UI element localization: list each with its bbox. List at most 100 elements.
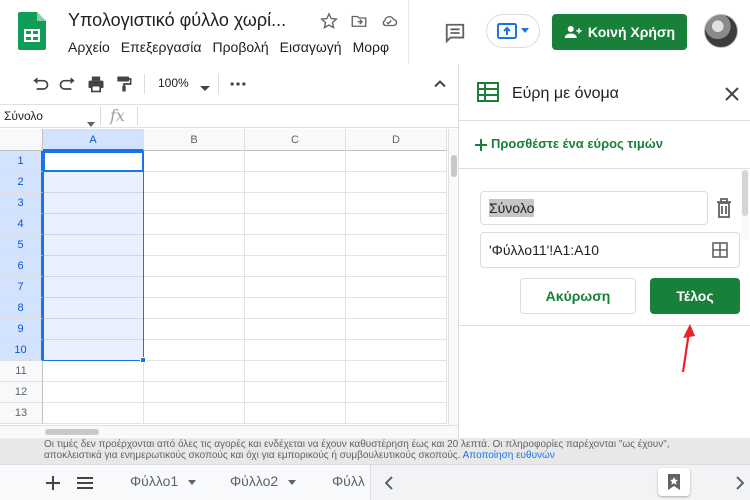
panel-scrollbar[interactable] [741, 170, 749, 240]
move-folder-icon[interactable] [350, 12, 370, 32]
comments-icon[interactable] [444, 22, 466, 44]
cell[interactable] [43, 361, 144, 382]
row-header-12[interactable]: 12 [0, 382, 43, 403]
row-header-1[interactable]: 1 [0, 151, 43, 172]
cell[interactable] [43, 382, 144, 403]
row-header-8[interactable]: 8 [0, 298, 43, 319]
cell[interactable] [245, 319, 346, 340]
delete-icon[interactable] [716, 198, 732, 223]
cancel-button[interactable]: Ακύρωση [520, 278, 636, 314]
cell[interactable] [144, 256, 245, 277]
collapse-chevron-up-icon[interactable] [430, 74, 450, 94]
column-header-b[interactable]: B [144, 129, 245, 151]
share-button[interactable]: Κοινή Χρήση [552, 14, 687, 50]
column-header-a[interactable]: A [43, 129, 144, 151]
paint-format-icon[interactable] [114, 74, 134, 94]
menu-view[interactable]: Προβολή [212, 39, 268, 55]
cell[interactable] [346, 214, 447, 235]
column-header-c[interactable]: C [245, 129, 346, 151]
cell[interactable] [346, 256, 447, 277]
spreadsheet-grid[interactable]: A B C D 1 2 3 4 5 6 7 8 9 10 11 12 13 [0, 129, 448, 425]
cell[interactable] [245, 403, 346, 424]
sheets-logo-icon[interactable] [18, 12, 46, 50]
redo-icon[interactable] [58, 74, 78, 94]
sheet-tab-3[interactable]: Φύλλ [332, 473, 365, 489]
row-header-11[interactable]: 11 [0, 361, 43, 382]
cell[interactable] [144, 235, 245, 256]
cell[interactable] [144, 277, 245, 298]
add-range-link[interactable]: Προσθέστε ένα εύρος τιμών [491, 136, 663, 151]
row-header-3[interactable]: 3 [0, 193, 43, 214]
cell[interactable] [346, 193, 447, 214]
fill-handle[interactable] [140, 357, 146, 363]
cell[interactable] [346, 382, 447, 403]
close-icon[interactable] [725, 87, 739, 106]
cell[interactable] [144, 382, 245, 403]
scroll-tabs-right-icon[interactable] [736, 476, 745, 495]
row-header-6[interactable]: 6 [0, 256, 43, 277]
cloud-status-icon[interactable] [380, 12, 400, 32]
select-range-grid-icon[interactable] [712, 242, 728, 263]
range-name-input[interactable]: Σύνολο [480, 191, 708, 225]
vertical-scrollbar[interactable] [448, 129, 458, 429]
cell[interactable] [245, 298, 346, 319]
active-cell[interactable] [43, 151, 144, 172]
horizontal-scrollbar[interactable] [0, 425, 458, 437]
all-sheets-icon[interactable] [77, 476, 93, 495]
cell[interactable] [144, 340, 245, 361]
present-button[interactable] [486, 14, 540, 48]
avatar[interactable] [704, 14, 738, 48]
document-title[interactable]: Υπολογιστικό φύλλο χωρί... [68, 10, 286, 31]
cell[interactable] [245, 235, 346, 256]
print-icon[interactable] [86, 74, 106, 94]
cell[interactable] [346, 340, 447, 361]
cell[interactable] [144, 214, 245, 235]
disclaimer-link[interactable]: Αποποίηση ευθυνών [463, 450, 555, 461]
select-all-corner[interactable] [0, 129, 43, 151]
cell[interactable] [245, 382, 346, 403]
cell[interactable] [245, 277, 346, 298]
undo-icon[interactable] [30, 74, 50, 94]
menu-insert[interactable]: Εισαγωγή [280, 39, 342, 55]
cell[interactable] [144, 361, 245, 382]
cell[interactable] [245, 256, 346, 277]
add-sheet-icon[interactable] [46, 476, 60, 495]
scroll-tabs-left-icon[interactable] [384, 476, 393, 495]
row-header-9[interactable]: 9 [0, 319, 43, 340]
column-header-d[interactable]: D [346, 129, 447, 151]
row-header-5[interactable]: 5 [0, 235, 43, 256]
cell[interactable] [144, 319, 245, 340]
row-header-2[interactable]: 2 [0, 172, 43, 193]
cell[interactable] [245, 151, 346, 172]
cell[interactable] [346, 277, 447, 298]
cell[interactable] [346, 172, 447, 193]
more-options-icon[interactable] [228, 74, 248, 94]
cell[interactable] [245, 340, 346, 361]
cell[interactable] [346, 151, 447, 172]
horizontal-scroll-thumb[interactable] [45, 429, 99, 435]
row-header-4[interactable]: 4 [0, 214, 43, 235]
cell[interactable] [144, 151, 245, 172]
done-button[interactable]: Τέλος [650, 278, 740, 314]
vertical-scroll-thumb[interactable] [451, 155, 457, 177]
cell[interactable] [43, 403, 144, 424]
cell[interactable] [144, 403, 245, 424]
row-header-13[interactable]: 13 [0, 403, 43, 424]
row-header-7[interactable]: 7 [0, 277, 43, 298]
star-icon[interactable] [320, 12, 340, 32]
panel-scroll-thumb[interactable] [742, 170, 748, 216]
cell[interactable] [245, 214, 346, 235]
zoom-select[interactable]: 100% [158, 76, 189, 90]
menu-format[interactable]: Μορφ [353, 39, 390, 55]
menu-file[interactable]: Αρχείο [68, 39, 110, 55]
cell[interactable] [346, 319, 447, 340]
explore-button[interactable] [658, 468, 690, 496]
sheet-tab-2[interactable]: Φύλλο2 [230, 473, 297, 489]
selection-range[interactable] [43, 151, 144, 361]
cell[interactable] [346, 235, 447, 256]
cell[interactable] [144, 298, 245, 319]
cell[interactable] [245, 172, 346, 193]
cell[interactable] [144, 172, 245, 193]
zoom-chevron-down-icon[interactable] [200, 79, 210, 91]
cell[interactable] [144, 193, 245, 214]
